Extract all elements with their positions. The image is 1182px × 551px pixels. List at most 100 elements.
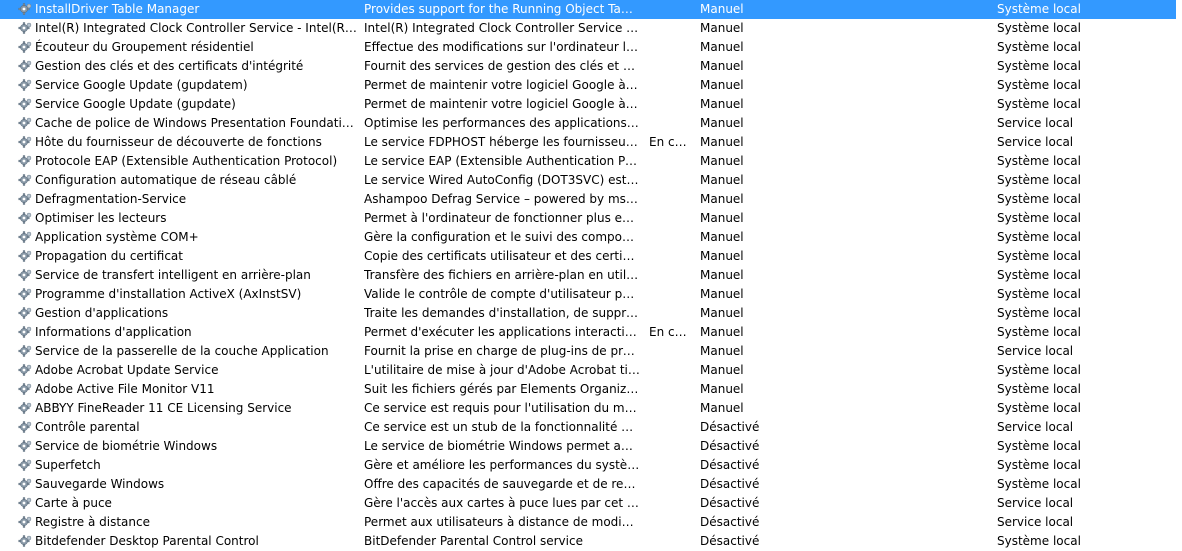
service-status bbox=[649, 152, 693, 171]
service-startup-type: Manuel bbox=[700, 382, 744, 396]
service-startup-type: Manuel bbox=[700, 173, 744, 187]
service-logon-as: Système local bbox=[997, 382, 1081, 396]
service-description: L'utilitaire de mise à jour d'Adobe Acro… bbox=[364, 363, 640, 377]
service-name: ABBYY FineReader 11 CE Licensing Service bbox=[35, 401, 292, 415]
service-logon-as: Système local bbox=[997, 363, 1081, 377]
service-logon-as: Système local bbox=[997, 439, 1081, 453]
service-description: Provides support for the Running Object … bbox=[364, 2, 640, 16]
service-row[interactable]: InstallDriver Table Manager Provides supp… bbox=[0, 0, 1176, 19]
service-status bbox=[649, 437, 693, 456]
service-startup-type: Manuel bbox=[700, 97, 744, 111]
service-row[interactable]: Service de transfert intelligent en arri… bbox=[0, 266, 1182, 285]
service-startup-type: Manuel bbox=[700, 249, 744, 263]
service-row[interactable]: Carte à puce Gère l'accès aux cartes à pu… bbox=[0, 494, 1182, 513]
service-description: Suit les fichiers gérés par Elements Org… bbox=[364, 382, 640, 396]
service-status bbox=[649, 304, 693, 323]
service-description: Le service EAP (Extensible Authenticatio… bbox=[364, 154, 640, 168]
service-logon-as: Service local bbox=[997, 116, 1074, 130]
gear-icon bbox=[18, 304, 34, 323]
service-name: Informations d'application bbox=[35, 325, 192, 339]
service-status bbox=[649, 456, 693, 475]
gear-icon bbox=[18, 76, 34, 95]
service-logon-as: Système local bbox=[997, 192, 1081, 206]
service-startup-type: Manuel bbox=[700, 59, 744, 73]
gear-icon bbox=[18, 38, 34, 57]
service-row[interactable]: Protocole EAP (Extensible Authentication… bbox=[0, 152, 1182, 171]
service-description: Fournit des services de gestion des clés… bbox=[364, 59, 640, 73]
service-description: Permet à l'ordinateur de fonctionner plu… bbox=[364, 211, 640, 225]
service-row[interactable]: Service de la passerelle de la couche Ap… bbox=[0, 342, 1182, 361]
service-row[interactable]: Adobe Active File Monitor V11 Suit les fi… bbox=[0, 380, 1182, 399]
service-row[interactable]: Service Google Update (gupdatem) Permet d… bbox=[0, 76, 1182, 95]
service-row[interactable]: Superfetch Gère et améliore les performan… bbox=[0, 456, 1182, 475]
service-row[interactable]: Gestion d'applications Traite les demande… bbox=[0, 304, 1182, 323]
service-row[interactable]: Application système COM+ Gère la configur… bbox=[0, 228, 1182, 247]
service-row[interactable]: Bitdefender Desktop Parental Control BitD… bbox=[0, 532, 1182, 551]
gear-icon bbox=[18, 323, 34, 342]
service-logon-as: Service local bbox=[997, 515, 1074, 529]
service-row[interactable]: Propagation du certificat Copie des certi… bbox=[0, 247, 1182, 266]
gear-icon bbox=[18, 133, 34, 152]
service-status bbox=[649, 38, 693, 57]
service-logon-as: Système local bbox=[997, 249, 1081, 263]
service-status bbox=[649, 228, 693, 247]
service-startup-type: Manuel bbox=[700, 306, 744, 320]
service-logon-as: Service local bbox=[997, 135, 1074, 149]
service-row[interactable]: Hôte du fournisseur de découverte de fon… bbox=[0, 133, 1182, 152]
service-row[interactable]: Intel(R) Integrated Clock Controller Ser… bbox=[0, 19, 1182, 38]
service-name: Application système COM+ bbox=[35, 230, 199, 244]
service-description: Offre des capacités de sauvegarde et de … bbox=[364, 477, 640, 491]
service-name: Écouteur du Groupement résidentiel bbox=[35, 40, 254, 54]
service-name: Defragmentation-Service bbox=[35, 192, 187, 206]
services-list: InstallDriver Table Manager Provides supp… bbox=[0, 0, 1182, 551]
service-name: Registre à distance bbox=[35, 515, 150, 529]
service-name: Superfetch bbox=[35, 458, 101, 472]
service-name: Cache de police de Windows Presentation … bbox=[35, 116, 357, 130]
service-logon-as: Système local bbox=[997, 173, 1081, 187]
service-row[interactable]: Configuration automatique de réseau câbl… bbox=[0, 171, 1182, 190]
service-startup-type: Désactivé bbox=[700, 515, 760, 529]
service-row[interactable]: Adobe Acrobat Update Service L'utilitaire… bbox=[0, 361, 1182, 380]
service-startup-type: Manuel bbox=[700, 325, 744, 339]
service-name: Contrôle parental bbox=[35, 420, 140, 434]
service-row[interactable]: Programme d'installation ActiveX (AxInst… bbox=[0, 285, 1182, 304]
service-name: Gestion des clés et des certificats d'in… bbox=[35, 59, 304, 73]
service-row[interactable]: Service Google Update (gupdate) Permet de… bbox=[0, 95, 1182, 114]
gear-icon bbox=[18, 456, 34, 475]
service-status bbox=[649, 266, 693, 285]
service-row[interactable]: Registre à distance Permet aux utilisateu… bbox=[0, 513, 1182, 532]
service-startup-type: Manuel bbox=[700, 116, 744, 130]
service-status bbox=[649, 342, 693, 361]
service-logon-as: Système local bbox=[997, 40, 1081, 54]
gear-icon bbox=[18, 19, 34, 38]
gear-icon bbox=[18, 418, 34, 437]
service-name: Programme d'installation ActiveX (AxInst… bbox=[35, 287, 302, 301]
gear-icon bbox=[18, 437, 34, 456]
service-row[interactable]: Informations d'application Permet d'exécu… bbox=[0, 323, 1182, 342]
service-description: Le service Wired AutoConfig (DOT3SVC) es… bbox=[364, 173, 640, 187]
service-row[interactable]: Contrôle parental Ce service est un stub … bbox=[0, 418, 1182, 437]
service-description: BitDefender Parental Control service bbox=[364, 534, 583, 548]
service-name: Protocole EAP (Extensible Authentication… bbox=[35, 154, 338, 168]
service-description: Permet aux utilisateurs à distance de mo… bbox=[364, 515, 640, 529]
service-row[interactable]: Gestion des clés et des certificats d'in… bbox=[0, 57, 1182, 76]
service-status bbox=[649, 0, 693, 19]
service-row[interactable]: Defragmentation-Service Ashampoo Defrag S… bbox=[0, 190, 1182, 209]
service-description: Gère et améliore les performances du sys… bbox=[364, 458, 640, 472]
service-name: Service de biométrie Windows bbox=[35, 439, 218, 453]
service-row[interactable]: Écouteur du Groupement résidentiel Effect… bbox=[0, 38, 1182, 57]
service-status bbox=[649, 418, 693, 437]
gear-icon bbox=[18, 95, 34, 114]
service-row[interactable]: ABBYY FineReader 11 CE Licensing Service… bbox=[0, 399, 1182, 418]
service-row[interactable]: Cache de police de Windows Presentation … bbox=[0, 114, 1182, 133]
service-startup-type: Manuel bbox=[700, 135, 744, 149]
service-row[interactable]: Sauvegarde Windows Offre des capacités de… bbox=[0, 475, 1182, 494]
gear-icon bbox=[18, 475, 34, 494]
service-description: Fournit la prise en charge de plug-ins d… bbox=[364, 344, 640, 358]
service-name: Service Google Update (gupdate) bbox=[35, 97, 236, 111]
service-startup-type: Manuel bbox=[700, 78, 744, 92]
service-status bbox=[649, 494, 693, 513]
service-row[interactable]: Optimiser les lecteurs Permet à l'ordinat… bbox=[0, 209, 1182, 228]
service-startup-type: Désactivé bbox=[700, 439, 760, 453]
service-row[interactable]: Service de biométrie Windows Le service d… bbox=[0, 437, 1182, 456]
